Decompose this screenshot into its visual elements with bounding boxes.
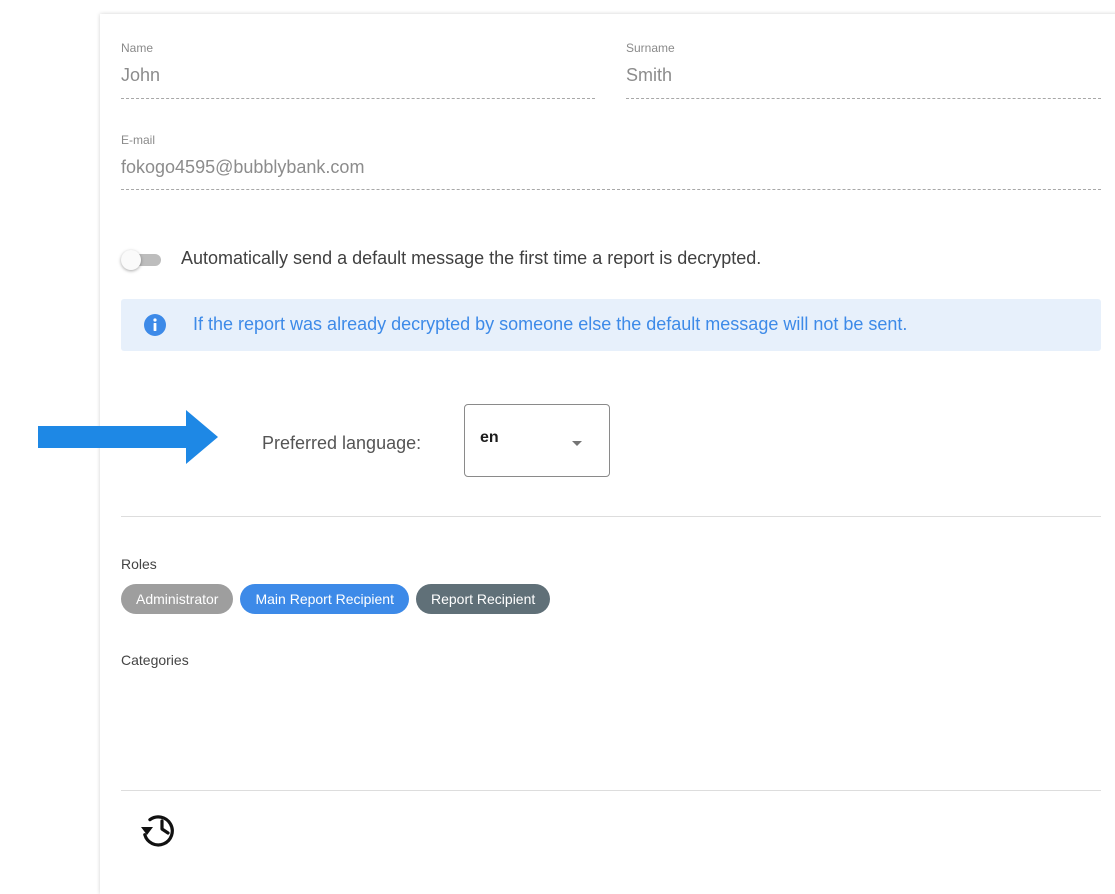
surname-field[interactable]: Smith (626, 65, 672, 86)
surname-label: Surname (626, 41, 675, 55)
role-chip-administrator: Administrator (121, 584, 234, 614)
surname-field-underline (626, 98, 1101, 99)
toggle-knob (121, 250, 141, 270)
section-divider (121, 516, 1101, 517)
chevron-down-icon (572, 441, 582, 446)
roles-label: Roles (121, 556, 157, 572)
name-label: Name (121, 41, 154, 55)
info-alert: If the report was already decrypted by s… (121, 299, 1101, 351)
email-label: E-mail (121, 133, 156, 147)
preferred-language-value: en (480, 429, 499, 446)
role-chip-main-report-recipient: Main Report Recipient (240, 584, 409, 614)
email-field[interactable]: fokogo4595@bubblybank.com (121, 157, 364, 178)
info-icon (144, 314, 166, 336)
name-field-underline (121, 98, 595, 99)
arrow-pointer-icon (38, 410, 218, 464)
auto-message-label: Automatically send a default message the… (181, 248, 762, 268)
history-icon[interactable] (140, 810, 182, 848)
footer-divider (121, 790, 1101, 791)
preferred-language-label: Preferred language: (262, 433, 422, 453)
categories-label: Categories (121, 652, 189, 668)
role-chip-report-recipient: Report Recipient (415, 584, 551, 614)
auto-message-toggle[interactable] (121, 250, 167, 270)
name-field[interactable]: John (121, 65, 160, 86)
email-field-underline (121, 189, 1101, 190)
roles-chip-list: Administrator Main Report Recipient Repo… (121, 584, 551, 614)
preferred-language-select[interactable]: en (464, 404, 610, 477)
info-alert-text: If the report was already decrypted by s… (193, 314, 908, 334)
